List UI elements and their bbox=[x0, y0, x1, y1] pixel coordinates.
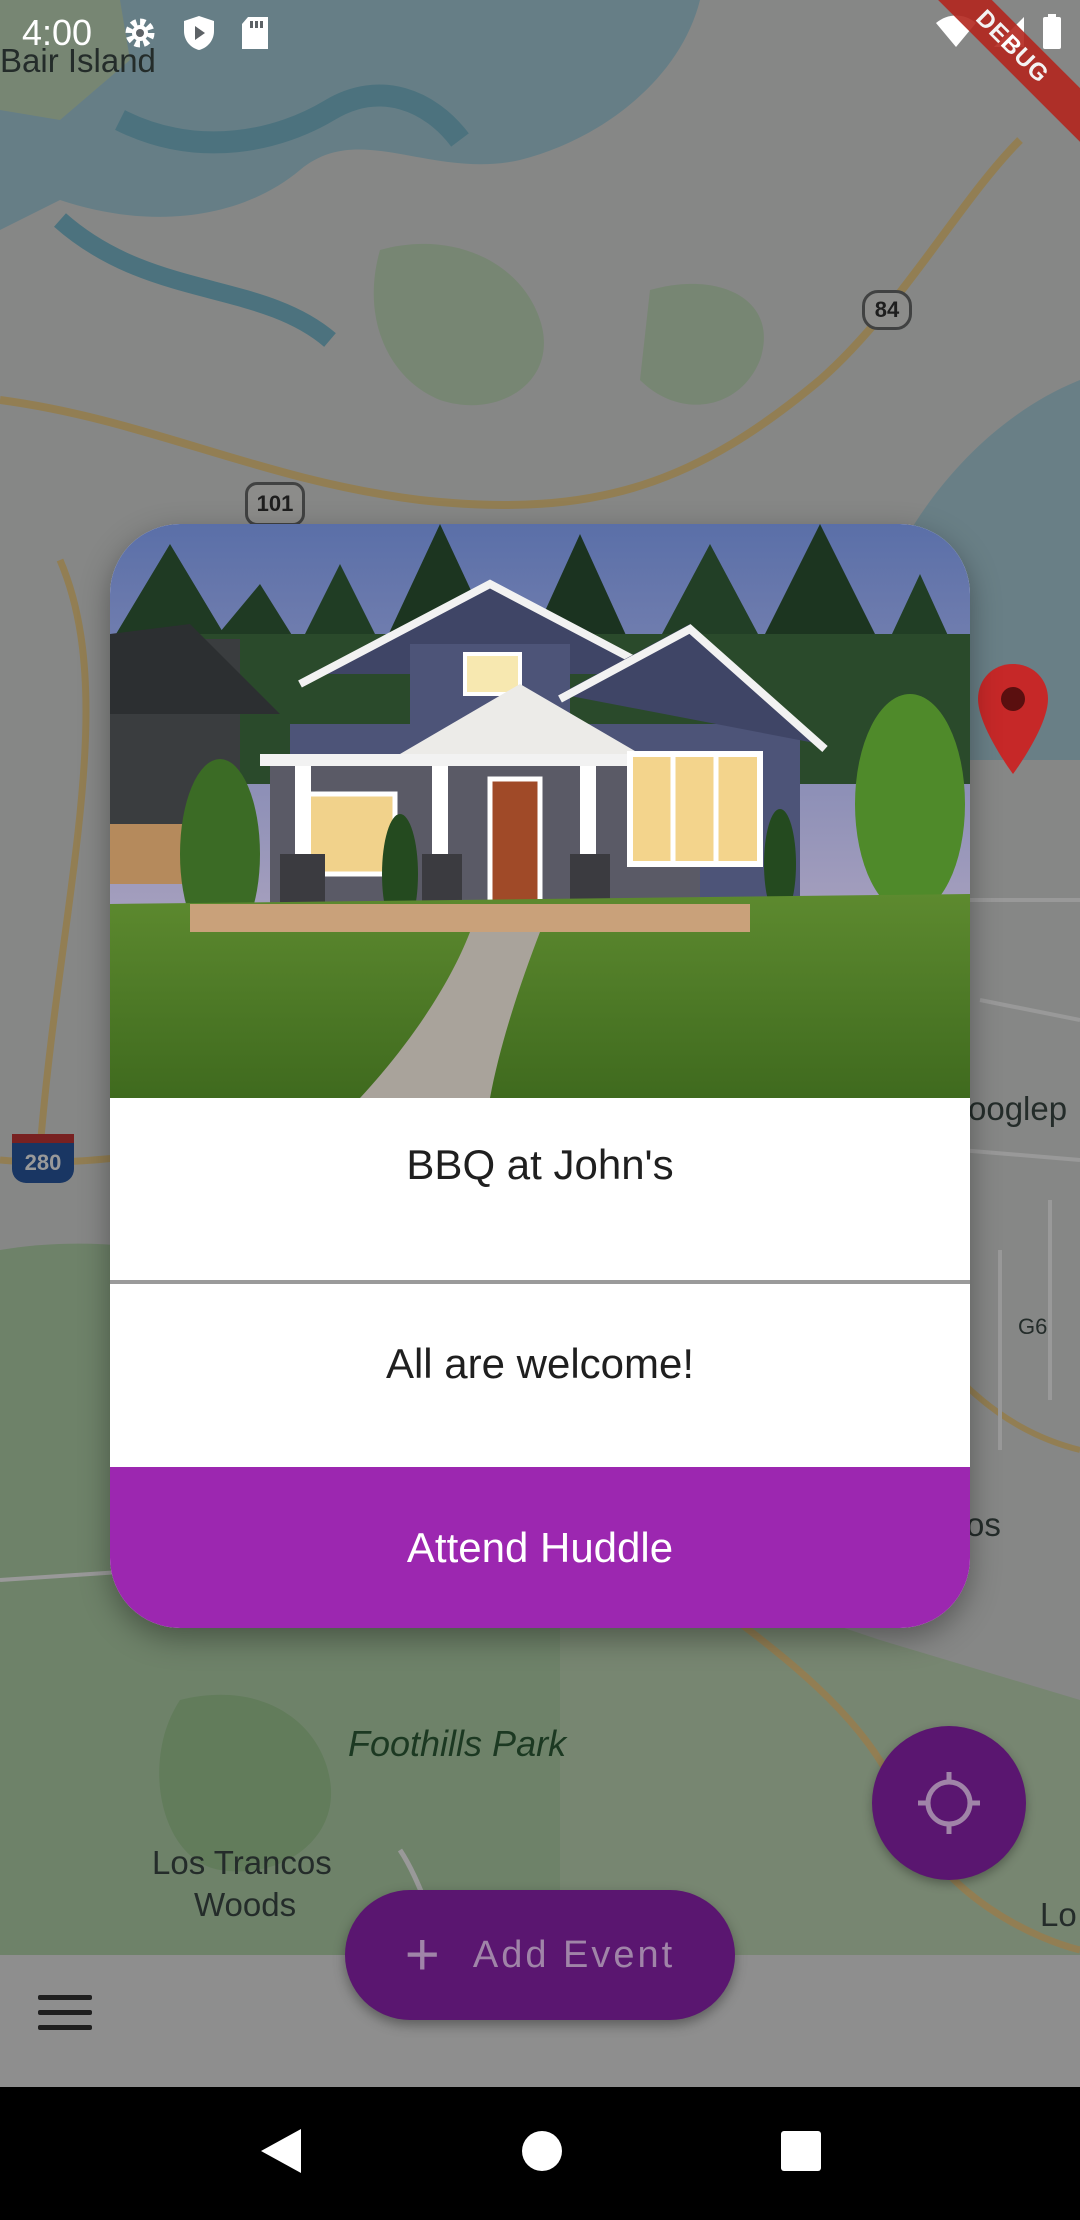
settings-gear-icon bbox=[122, 15, 158, 51]
event-dialog: BBQ at John's All are welcome! Attend Hu… bbox=[110, 524, 970, 1628]
crosshair-icon bbox=[918, 1772, 980, 1834]
map-pin-icon[interactable] bbox=[976, 662, 1050, 783]
plus-icon: + bbox=[404, 1921, 443, 1988]
play-protect-icon bbox=[182, 15, 216, 51]
event-description: All are welcome! bbox=[385, 1340, 695, 1387]
add-event-button[interactable]: + Add Event bbox=[345, 1890, 735, 2020]
event-house-image bbox=[110, 524, 970, 1098]
sd-card-icon bbox=[240, 16, 270, 50]
status-time: 4:00 bbox=[22, 12, 93, 53]
system-navigation-bar bbox=[0, 2087, 1080, 2220]
recents-icon[interactable] bbox=[781, 2131, 821, 2176]
event-title: BBQ at John's bbox=[406, 1141, 674, 1188]
divider bbox=[110, 1280, 970, 1284]
back-icon[interactable] bbox=[259, 2127, 303, 2180]
home-icon[interactable] bbox=[521, 2130, 563, 2177]
my-location-button[interactable] bbox=[872, 1726, 1026, 1880]
add-event-label: Add Event bbox=[472, 1933, 676, 1976]
menu-icon[interactable] bbox=[38, 1995, 92, 2035]
status-bar: 4:00 bbox=[0, 0, 1080, 66]
attend-huddle-button[interactable]: Attend Huddle bbox=[110, 1467, 970, 1628]
battery-icon bbox=[1042, 14, 1062, 55]
